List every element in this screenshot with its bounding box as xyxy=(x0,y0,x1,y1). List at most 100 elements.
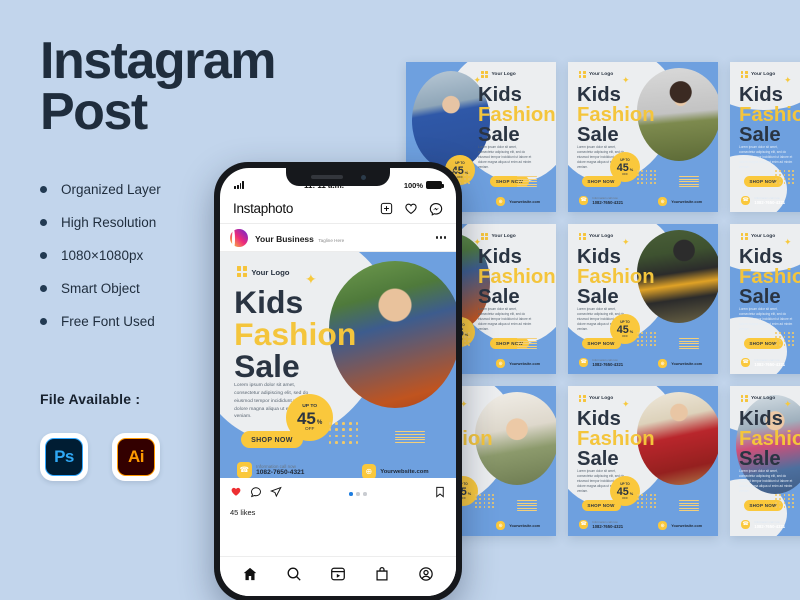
pagination-dot[interactable] xyxy=(363,492,367,496)
post-image-poster[interactable]: Your Logo ✦ Kids Fashion Sale Lorem ipsum d… xyxy=(220,252,456,478)
status-battery: 100% xyxy=(404,181,444,190)
website-info: ⊕ Yourwebsite.com xyxy=(361,464,429,478)
app-icon-list: Ps Ai xyxy=(40,433,160,481)
messenger-icon[interactable] xyxy=(429,202,443,216)
poster-logo-text: Your Logo xyxy=(491,72,516,78)
dot-grid-decoration xyxy=(775,170,794,184)
add-post-icon[interactable] xyxy=(380,202,393,215)
illustrator-icon[interactable]: Ai xyxy=(112,433,160,481)
globe-icon: ⊕ xyxy=(361,464,377,478)
illustrator-icon-label: Ai xyxy=(117,438,155,476)
headline-line-2: Fashion xyxy=(478,265,556,288)
thumb-photo-girl-red[interactable]: Your Logo ✦ Kids Fashion Sale Lorem ipsum d… xyxy=(568,386,718,536)
wave-decoration xyxy=(517,338,537,351)
speaker-icon xyxy=(310,175,343,179)
dot-grid-decoration xyxy=(637,170,656,184)
photoshop-icon-label: Ps xyxy=(45,438,83,476)
wave-decoration xyxy=(679,176,699,189)
poster-logo: Your Logo xyxy=(481,233,516,241)
thumb-blue-no-photo-2[interactable]: Your Logo ✦Kids Fashion SaleLorem ipsum d… xyxy=(730,224,800,374)
heart-icon[interactable] xyxy=(404,202,418,216)
wave-decoration xyxy=(679,338,699,351)
headline-line-2: Fashion xyxy=(234,316,357,353)
pagination-dot[interactable] xyxy=(349,492,353,496)
sparkle-icon: ✦ xyxy=(784,74,792,85)
photoshop-icon[interactable]: Ps xyxy=(40,433,88,481)
globe-icon: ⊕ xyxy=(496,359,506,369)
poster-body-text: Lorem ipsum dolor sit amet, consectetur … xyxy=(478,145,532,170)
feature-label: High Resolution xyxy=(61,214,157,230)
thumb-photo-right[interactable]: Your Logo ✦ Kids Fashion Sale Lorem ipsum d… xyxy=(568,62,718,212)
contact-number: 1082-7650-4321 xyxy=(592,361,624,367)
shop-now-label: SHOP NOW xyxy=(587,178,615,184)
feature-label: Free Font Used xyxy=(61,313,155,329)
logo-mark-icon xyxy=(740,71,749,79)
dot-grid-decoration xyxy=(475,494,494,508)
post-actions: 45 likes xyxy=(220,478,456,517)
headline-line-2: Fashion xyxy=(478,103,556,126)
home-icon[interactable] xyxy=(242,566,258,587)
website-info: ⊕ Yourwebsite.com xyxy=(658,197,703,207)
bullet-icon xyxy=(40,317,47,325)
comment-icon[interactable] xyxy=(250,485,262,503)
file-available-title: File Available : xyxy=(40,391,141,407)
logo-mark-icon xyxy=(481,71,489,79)
headline-line-2: Fashion xyxy=(577,427,655,450)
contact-info: ☎ Information call now 1082-7650-4321 xyxy=(236,462,304,478)
poster-body-text: Lorem ipsum dolor sit amet, consectetur … xyxy=(739,145,793,170)
thumb-photo-right-2[interactable]: Your Logo ✦ Kids Fashion Sale Lorem ipsum d… xyxy=(568,224,718,374)
shop-now-button[interactable]: SHOP NOW xyxy=(581,338,621,349)
battery-icon xyxy=(426,181,444,189)
poster-headline: Kids Fashion Sale xyxy=(478,245,556,308)
contact-number: 1082-7650-4321 xyxy=(754,199,786,205)
pagination-dot[interactable] xyxy=(356,492,360,496)
poster-logo-text: Your Logo xyxy=(751,72,776,78)
shop-now-button[interactable]: SHOP NOW xyxy=(241,431,303,448)
contact-info: ☎ Information call now 1082-7650-4321 xyxy=(740,519,785,530)
bookmark-icon[interactable] xyxy=(434,485,446,503)
instagram-app-bar: Instaphoto xyxy=(220,194,456,224)
avatar[interactable] xyxy=(230,228,248,249)
search-icon[interactable] xyxy=(286,566,302,587)
headline-line-3: Sale xyxy=(478,286,520,308)
headline-line-1: Kids xyxy=(478,245,522,268)
reels-icon[interactable] xyxy=(330,566,346,587)
poster-logo-text: Your Logo xyxy=(589,234,614,240)
signal-bars-icon xyxy=(234,181,245,189)
globe-icon: ⊕ xyxy=(496,197,506,207)
contact-number: 1082-7650-4321 xyxy=(592,523,624,529)
headline-line-1: Kids xyxy=(577,245,621,268)
shop-icon[interactable] xyxy=(374,566,390,587)
headline-line-1: Kids xyxy=(478,83,522,106)
poster-body-span: Lorem ipsum dolor sit amet, consectetur … xyxy=(739,144,793,169)
logo-mark-icon xyxy=(578,395,587,403)
heart-filled-icon[interactable] xyxy=(230,485,242,503)
shop-now-button[interactable]: SHOP NOW xyxy=(581,176,621,187)
website-info: ⊕ Yourwebsite.com xyxy=(658,359,702,369)
website-text: Yourwebsite.com xyxy=(671,199,703,204)
post-more-options-icon[interactable] xyxy=(435,236,446,239)
headline-line-1: Kids xyxy=(577,83,621,106)
shop-now-button[interactable]: SHOP NOW xyxy=(581,500,621,511)
phone-icon: ☎ xyxy=(578,195,589,206)
headline-line-1: Kids xyxy=(739,83,783,106)
profile-icon[interactable] xyxy=(418,566,434,587)
sparkle-icon: ✦ xyxy=(622,398,630,409)
poster-logo: Your Logo xyxy=(740,71,776,79)
poster-logo: Your Logo xyxy=(578,71,613,79)
bullet-icon xyxy=(40,251,47,259)
headline-line-2: Fashion xyxy=(739,103,800,126)
app-bar-icons xyxy=(380,202,443,216)
badge-off: OFF xyxy=(622,333,628,338)
thumb-blue-no-photo-1[interactable]: Your Logo ✦Kids Fashion SaleLorem ipsum d… xyxy=(730,62,800,212)
thumb-blue-no-photo-3[interactable]: Your Logo ✦Kids Fashion SaleLorem ipsum d… xyxy=(730,386,800,536)
post-header: Your Business Tagline Here xyxy=(220,224,456,252)
action-row xyxy=(230,485,446,503)
dot-grid-decoration xyxy=(328,421,359,444)
feature-label: Smart Object xyxy=(61,280,140,296)
headline-line-2: Fashion xyxy=(577,103,655,126)
phone-icon: ☎ xyxy=(578,519,589,530)
share-icon[interactable] xyxy=(269,485,282,503)
website-info: ⊕ Yourwebsite.com xyxy=(496,359,540,369)
headline-line-2: Fashion xyxy=(577,265,655,288)
